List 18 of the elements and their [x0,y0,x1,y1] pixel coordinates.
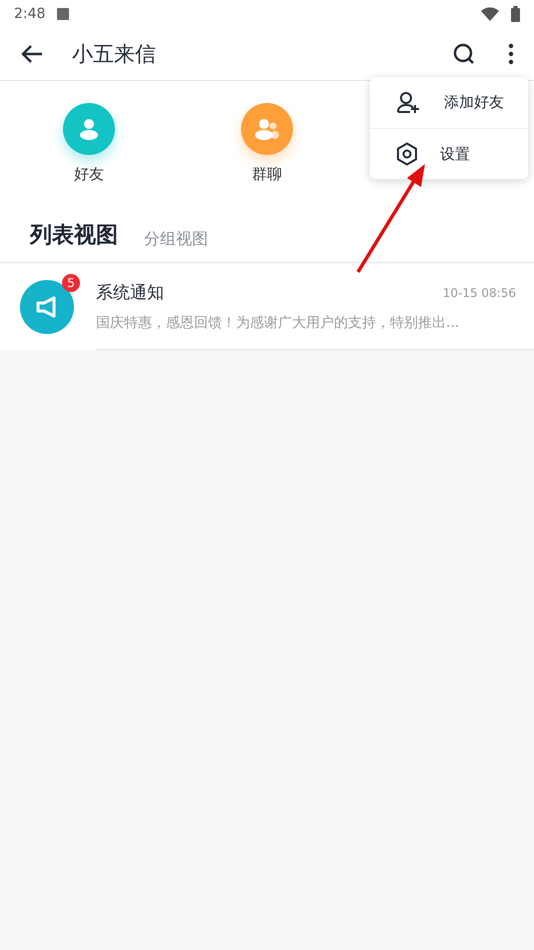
shortcut-label: 好友 [74,165,104,184]
people-icon [253,116,281,142]
battery-icon [511,6,520,22]
hexagon-icon [396,142,418,166]
view-tab[interactable]: 列表视图 [30,220,118,250]
add-person-icon [396,90,422,114]
shortcut-label: 群聊 [252,165,282,184]
page-title: 小五来信 [72,41,157,68]
message-preview: 国庆特惠，感恩回馈！为感谢广大用户的支持，特别推出... [96,314,460,332]
menu-item[interactable]: 添加好友 [370,77,528,128]
unread-badge: 5 [62,274,80,292]
more-icon[interactable] [508,43,514,65]
status-time: 2:48 [14,6,46,22]
back-arrow-icon[interactable] [20,44,44,64]
wifi-icon [481,7,499,21]
conversation-name: 系统通知 [96,282,164,304]
search-icon[interactable] [452,42,476,66]
conversation-time: 10-15 08:56 [442,286,516,300]
